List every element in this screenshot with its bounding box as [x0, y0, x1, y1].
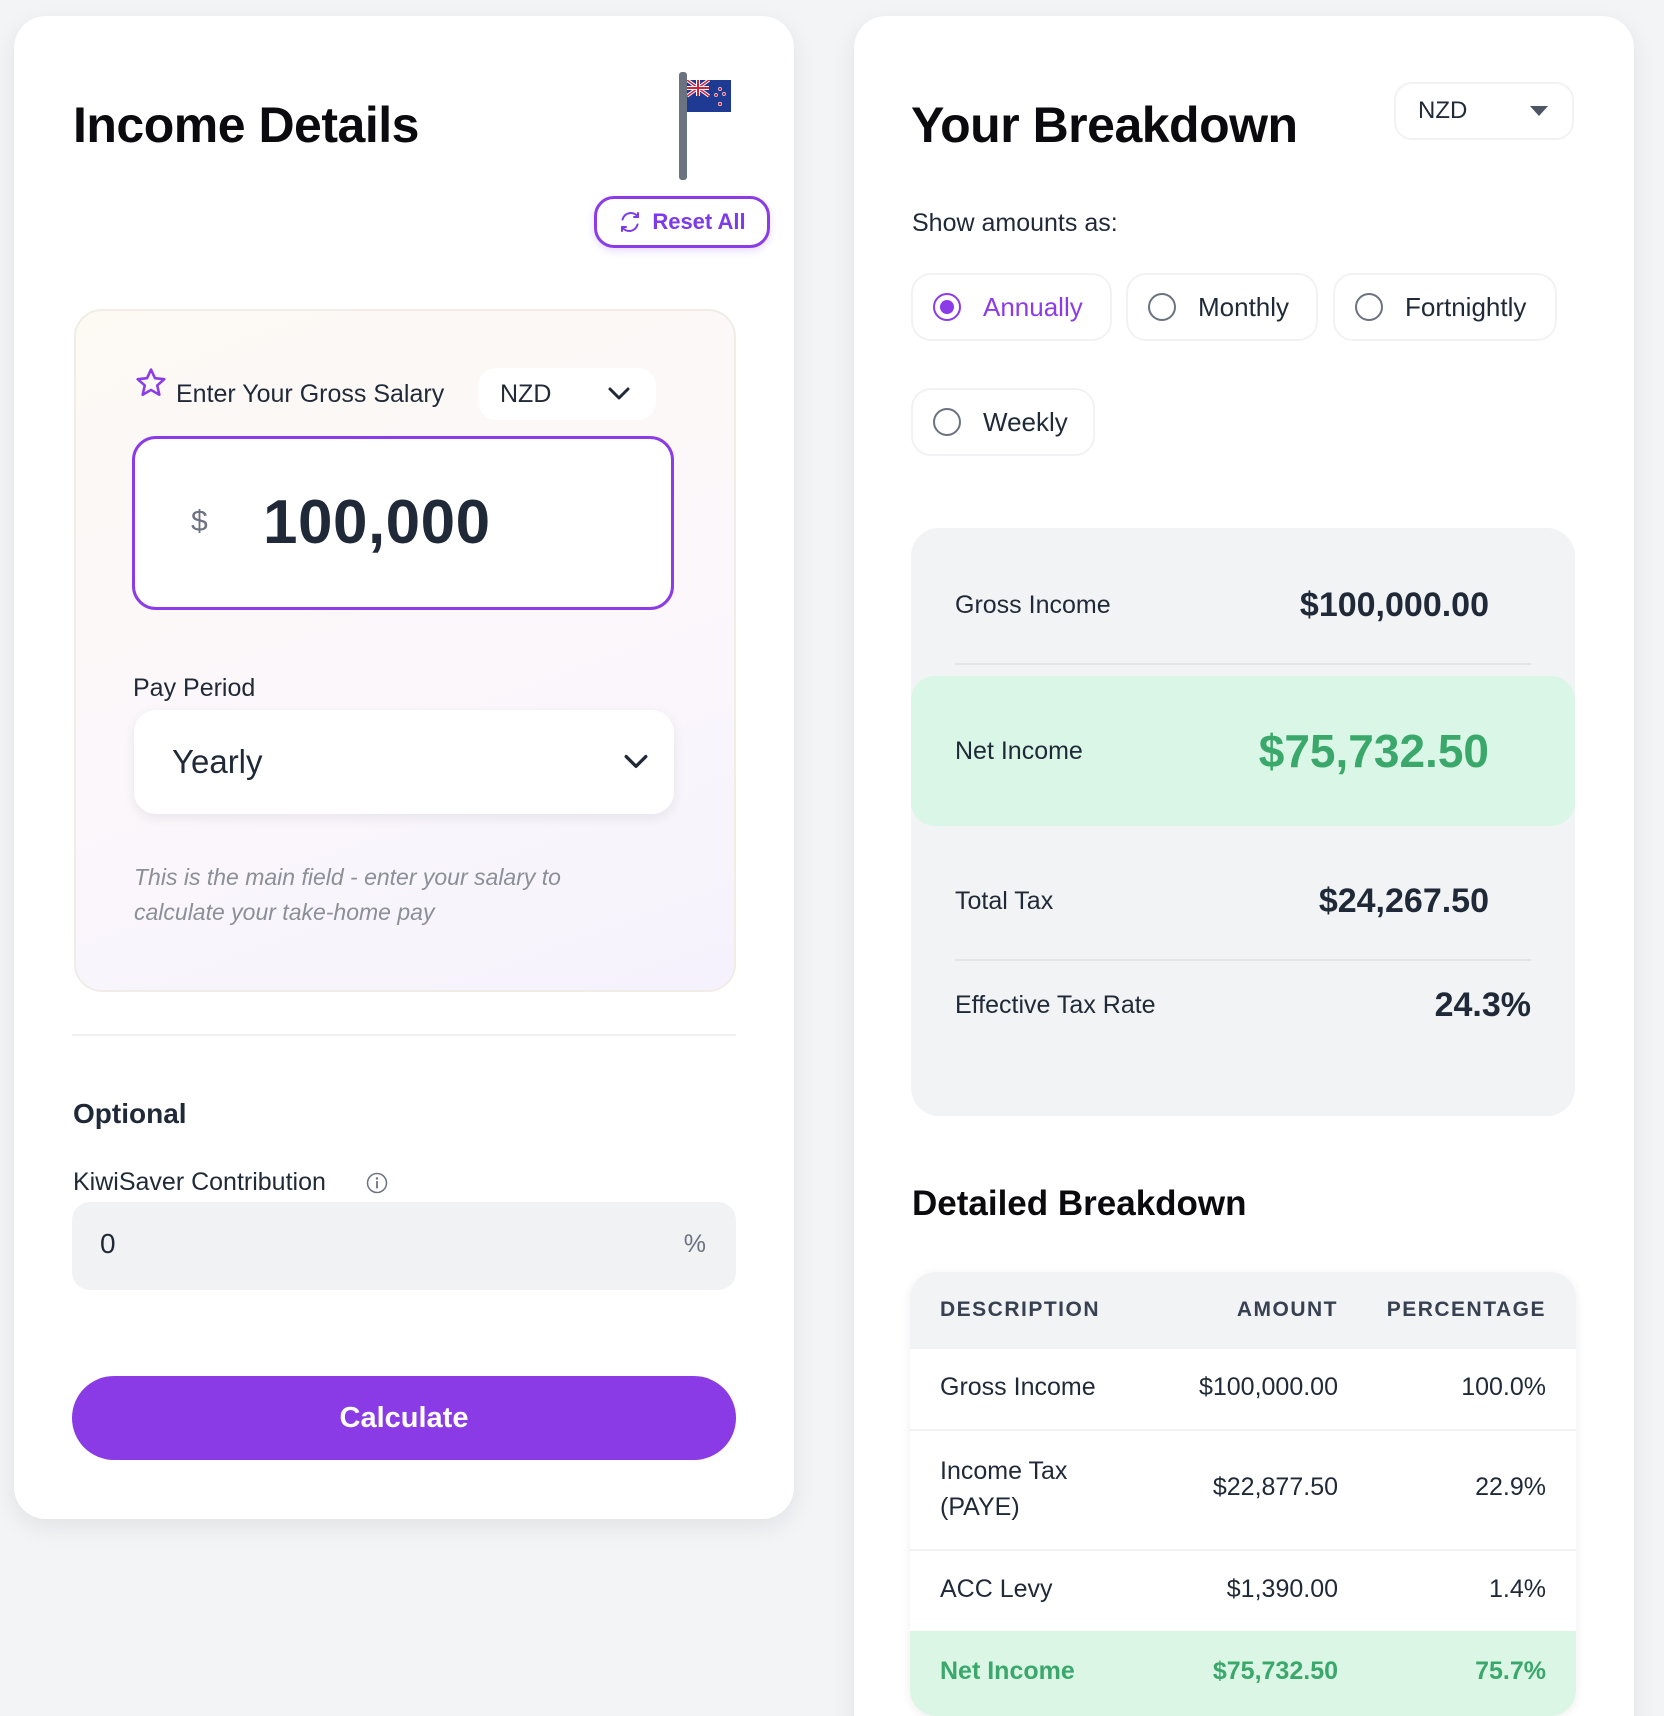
currency-symbol: $: [191, 505, 208, 538]
column-header-description: DESCRIPTION: [940, 1298, 1101, 1321]
kiwisaver-unit: %: [683, 1230, 706, 1258]
summary-label: Net Income: [955, 736, 1083, 765]
chevron-down-icon: [624, 754, 648, 768]
breakdown-table: DESCRIPTION AMOUNT PERCENTAGE Gross Inco…: [910, 1272, 1576, 1716]
table-row: Gross Income $100,000.00 100.0%: [910, 1347, 1576, 1429]
period-option-label: Annually: [983, 291, 1083, 322]
summary-row-gross: Gross Income $100,000.00: [955, 572, 1531, 638]
table-header: DESCRIPTION AMOUNT PERCENTAGE: [910, 1272, 1576, 1347]
pay-period-select[interactable]: Yearly: [134, 710, 674, 814]
period-option-annually[interactable]: Annually: [911, 273, 1112, 341]
salary-hint: This is the main field - enter your sala…: [134, 864, 561, 925]
gross-salary-value: 100,000: [263, 488, 491, 557]
cell-description: Gross Income: [940, 1373, 1096, 1401]
column-header-percentage: PERCENTAGE: [1386, 1298, 1546, 1321]
period-option-monthly[interactable]: Monthly: [1126, 273, 1318, 341]
table-row: Income Tax (PAYE) $22,877.50 22.9%: [910, 1429, 1576, 1549]
breakdown-title: Your Breakdown: [911, 97, 1298, 153]
kiwisaver-input[interactable]: 0 %: [72, 1202, 736, 1290]
summary-label: Gross Income: [955, 590, 1111, 619]
period-option-weekly[interactable]: Weekly: [911, 388, 1095, 456]
breakdown-currency-select[interactable]: NZD: [1394, 82, 1574, 140]
summary-value: $24,267.50: [1318, 881, 1489, 920]
salary-currency-value: NZD: [500, 379, 552, 408]
cell-description: Income Tax (PAYE): [940, 1457, 1068, 1521]
optional-title: Optional: [73, 1098, 187, 1129]
info-icon[interactable]: [366, 1172, 388, 1194]
gross-salary-input[interactable]: $ 100,000: [132, 436, 674, 610]
period-option-label: Fortnightly: [1405, 291, 1527, 322]
caret-down-icon: [1530, 106, 1548, 116]
cell-amount: $75,732.50: [1212, 1657, 1338, 1685]
income-details-card: Income Details Reset All Enter Your Gros…: [14, 16, 794, 1519]
radio-unselected-icon: [1148, 293, 1176, 321]
nz-flag-icon: [687, 80, 731, 112]
cell-percentage: 75.7%: [1475, 1657, 1546, 1685]
salary-currency-select[interactable]: NZD: [478, 368, 656, 420]
cell-amount: $1,390.00: [1226, 1575, 1338, 1603]
period-option-label: Monthly: [1198, 291, 1290, 322]
summary-row-tax: Total Tax $24,267.50: [955, 868, 1531, 934]
summary-label: Total Tax: [955, 886, 1054, 915]
cell-amount: $100,000.00: [1198, 1373, 1338, 1401]
radio-selected-icon: [933, 293, 961, 321]
cell-percentage: 100.0%: [1461, 1373, 1546, 1401]
period-option-label: Weekly: [983, 406, 1068, 437]
flag-pole: [679, 72, 687, 180]
breakdown-card: Your Breakdown NZD Show amounts as: Annu…: [854, 16, 1634, 1716]
breakdown-currency-value: NZD: [1418, 97, 1468, 124]
summary-label: Effective Tax Rate: [955, 990, 1156, 1019]
pay-period-label: Pay Period: [133, 674, 256, 702]
period-option-fortnightly[interactable]: Fortnightly: [1333, 273, 1557, 341]
summary-value: 24.3%: [1434, 985, 1531, 1024]
detailed-breakdown-title: Detailed Breakdown: [912, 1184, 1247, 1223]
reset-all-button[interactable]: Reset All: [594, 196, 770, 248]
net-income-value: $75,732.50: [1258, 725, 1489, 777]
column-header-amount: AMOUNT: [1236, 1298, 1338, 1321]
cell-description: Net Income: [940, 1657, 1075, 1685]
summary-row-rate: Effective Tax Rate 24.3%: [955, 960, 1531, 1050]
table-row: ACC Levy $1,390.00 1.4%: [910, 1549, 1576, 1631]
chevron-down-icon: [608, 387, 630, 400]
kiwisaver-label: KiwiSaver Contribution: [73, 1168, 326, 1196]
cell-amount: $22,877.50: [1212, 1473, 1338, 1501]
kiwisaver-value: 0: [100, 1228, 116, 1259]
radio-unselected-icon: [933, 408, 961, 436]
summary-row-net: Net Income $75,732.50: [955, 718, 1531, 784]
cell-percentage: 22.9%: [1475, 1473, 1546, 1501]
calculate-button[interactable]: Calculate: [72, 1376, 736, 1460]
radio-unselected-icon: [1355, 293, 1383, 321]
summary-divider: [955, 663, 1531, 665]
section-divider: [72, 1034, 736, 1036]
reset-all-label: Reset All: [652, 209, 746, 234]
summary-panel: Gross Income $100,000.00 Net Income $75,…: [911, 528, 1575, 1116]
refresh-icon: [621, 211, 640, 233]
show-amounts-label: Show amounts as:: [912, 209, 1118, 237]
gross-salary-label: Enter Your Gross Salary: [176, 380, 445, 408]
cell-percentage: 1.4%: [1489, 1575, 1546, 1603]
pay-period-value: Yearly: [172, 743, 263, 780]
income-details-title: Income Details: [73, 97, 419, 153]
summary-value: $100,000.00: [1299, 585, 1489, 624]
table-row-net-income: Net Income $75,732.50 75.7%: [910, 1631, 1576, 1716]
star-icon: [136, 368, 166, 397]
cell-description: ACC Levy: [940, 1575, 1053, 1603]
